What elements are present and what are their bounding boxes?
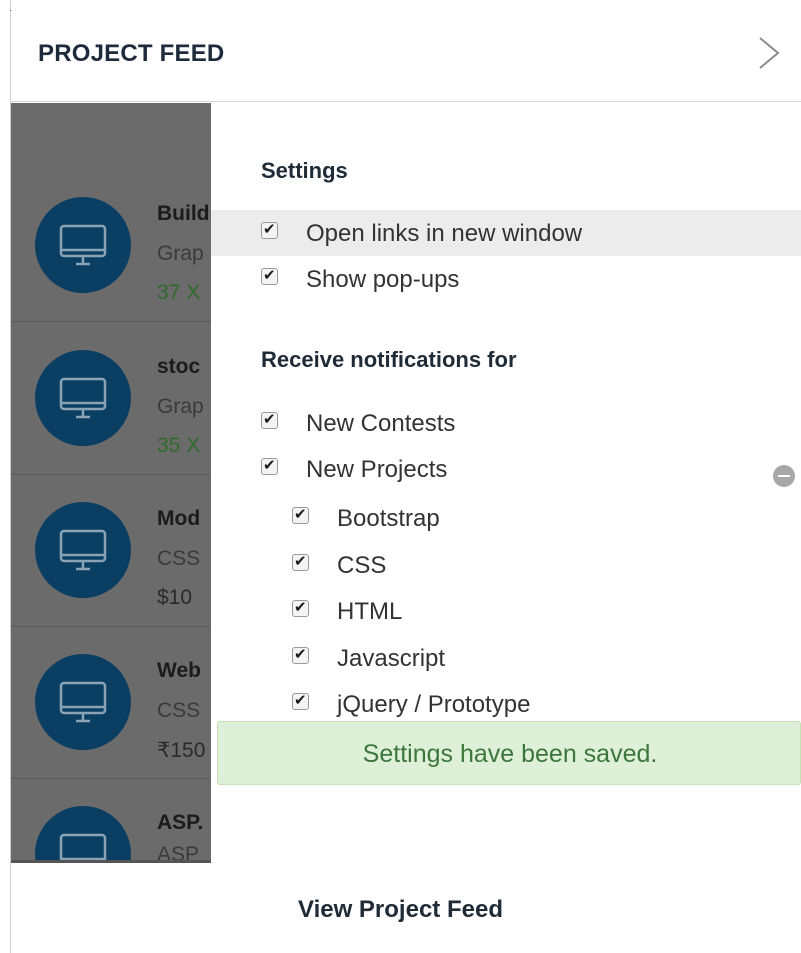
html-checkbox[interactable] <box>292 598 309 617</box>
feed-item-subtitle: ASP <box>157 843 200 860</box>
feed-item[interactable]: ASP. ASP <box>11 779 211 860</box>
feed-item-price: $10 <box>157 586 193 609</box>
notify-new-projects[interactable]: New Projects <box>211 446 801 492</box>
notifications-title: Receive notifications for <box>261 347 517 372</box>
feed-item-title: ASP. <box>157 811 204 834</box>
page-title: PROJECT FEED <box>38 40 225 67</box>
setting-label: Open links in new window <box>306 220 583 247</box>
category-label: jQuery / Prototype <box>337 691 531 718</box>
chevron-right-icon[interactable] <box>754 36 782 70</box>
feed-item[interactable]: Web CSS ₹150 <box>11 627 211 779</box>
setting-label: Show pop-ups <box>306 266 460 293</box>
category-label: Javascript <box>337 645 446 672</box>
toast-message: Settings have been saved. <box>362 740 658 768</box>
feed-item[interactable]: Mod CSS $10 <box>11 475 211 627</box>
monitor-icon <box>59 529 107 571</box>
feed-item-title: Web <box>157 659 201 682</box>
settings-title: Settings <box>261 158 348 183</box>
success-toast: Settings have been saved. <box>217 721 801 785</box>
feed-item-price: ₹150 <box>157 739 206 762</box>
category-label: HTML <box>337 598 403 625</box>
category-bootstrap[interactable]: Bootstrap <box>211 495 801 541</box>
category-html[interactable]: HTML <box>211 588 801 634</box>
monitor-icon <box>59 377 107 419</box>
new-projects-checkbox[interactable] <box>261 456 278 475</box>
open-links-checkbox[interactable] <box>261 220 278 239</box>
feed-item-title: Mod <box>157 507 201 530</box>
category-label: CSS <box>337 552 387 579</box>
monitor-icon <box>59 833 107 860</box>
feed-bottom-border <box>11 860 211 863</box>
feed-item-price: 37 X <box>157 281 201 304</box>
show-popups-checkbox[interactable] <box>261 266 278 285</box>
feed-item-subtitle: CSS <box>157 699 201 722</box>
feed-avatar <box>35 806 131 860</box>
monitor-icon <box>59 224 107 266</box>
jquery-checkbox[interactable] <box>292 691 309 710</box>
feed-item-subtitle: Grap <box>157 242 204 265</box>
feed-item-title: Build <box>157 202 210 225</box>
notify-new-contests[interactable]: New Contests <box>211 400 801 446</box>
feed-avatar <box>35 654 131 750</box>
category-label: Bootstrap <box>337 505 440 532</box>
setting-open-links[interactable]: Open links in new window <box>211 210 801 256</box>
notification-label: New Projects <box>306 456 448 483</box>
feed-item-subtitle: CSS <box>157 547 201 570</box>
feed-avatar <box>35 502 131 598</box>
category-javascript[interactable]: Javascript <box>211 635 801 681</box>
notification-label: New Contests <box>306 410 456 437</box>
feed-avatar <box>35 197 131 293</box>
new-contests-checkbox[interactable] <box>261 410 278 429</box>
panel-header: PROJECT FEED <box>11 0 801 102</box>
feed-item-subtitle: Grap <box>157 395 204 418</box>
category-css[interactable]: CSS <box>211 542 801 588</box>
feed-avatar <box>35 350 131 446</box>
setting-show-popups[interactable]: Show pop-ups <box>211 256 801 302</box>
view-project-feed-link[interactable]: View Project Feed <box>0 896 801 924</box>
project-feed-list: Build Grap 37 X stoc Grap 35 X Mod CSS $… <box>11 103 211 860</box>
minus-circle-icon[interactable] <box>773 465 795 487</box>
feed-item-title: stoc <box>157 355 201 378</box>
feed-item-price: 35 X <box>157 434 201 457</box>
monitor-icon <box>59 681 107 723</box>
bootstrap-checkbox[interactable] <box>292 505 309 524</box>
css-checkbox[interactable] <box>292 552 309 571</box>
feed-item[interactable]: stoc Grap 35 X <box>11 323 211 475</box>
feed-item[interactable]: Build Grap 37 X <box>11 170 211 322</box>
javascript-checkbox[interactable] <box>292 645 309 664</box>
